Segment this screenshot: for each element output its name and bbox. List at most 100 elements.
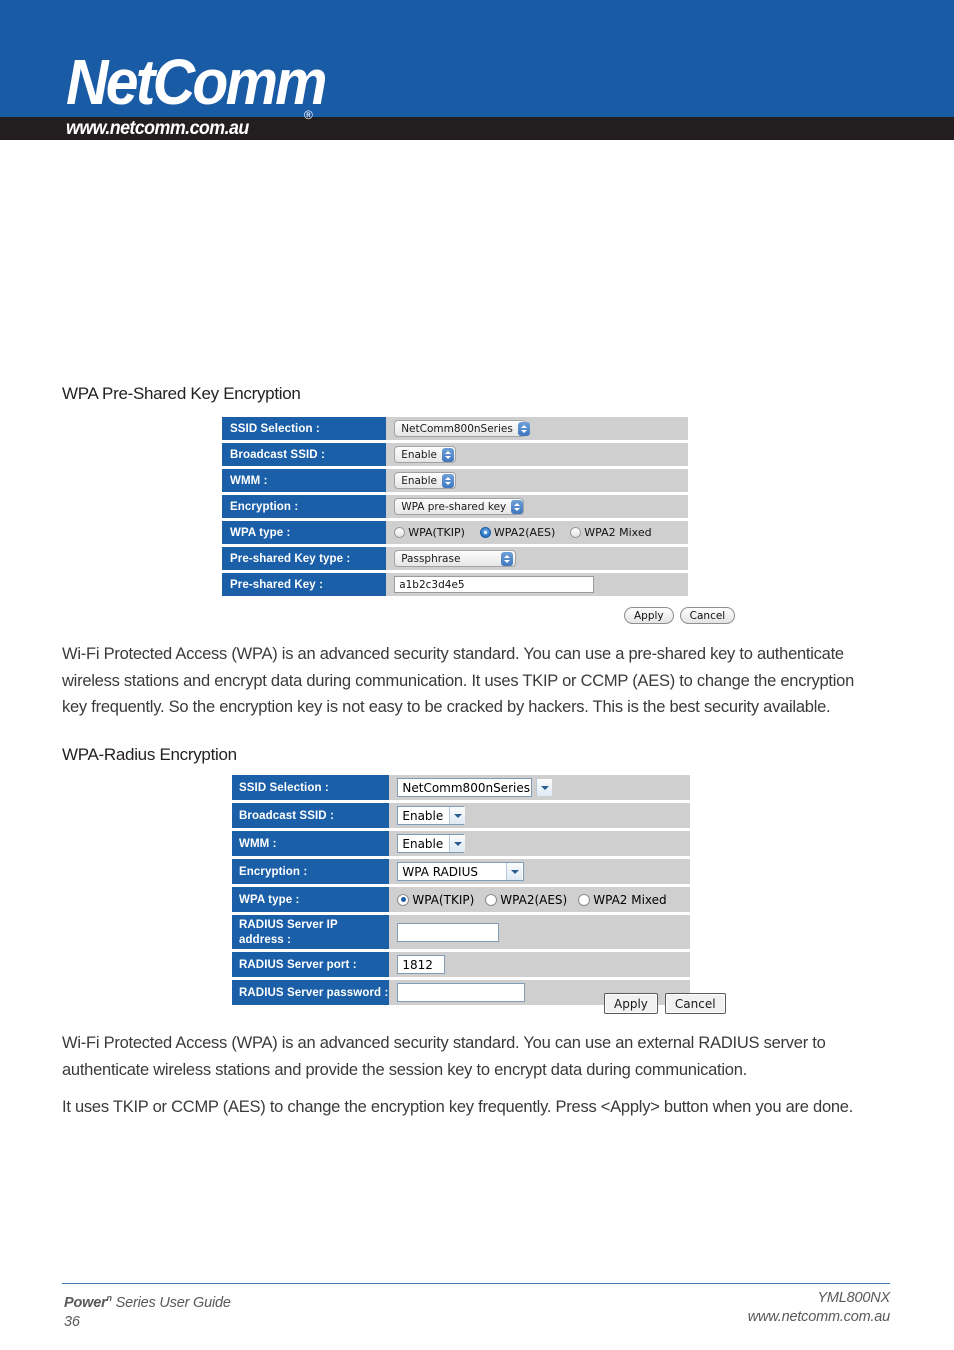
wpa-type-radio-group: WPA(TKIP) WPA2(AES) WPA2 Mixed (397, 893, 690, 907)
radius-server-password-input[interactable] (397, 983, 526, 1002)
broadcast-ssid-dropdown-value: Enable (401, 448, 437, 461)
label-wmm: WMM : (222, 469, 387, 492)
radio-label: WPA2(AES) (500, 892, 568, 907)
ssid-selection-dropdown[interactable]: NetComm800nSeries (394, 420, 530, 437)
psk-type-dropdown[interactable]: Passphrase (394, 550, 517, 567)
label-broadcast-ssid: Broadcast SSID : (222, 443, 387, 466)
section-heading-wpa-radius: WPA-Radius Encryption (62, 745, 237, 764)
broadcast-ssid-dropdown[interactable]: Enable (397, 806, 466, 825)
chevron-updown-icon (511, 499, 524, 514)
radius-server-ip-input[interactable] (397, 922, 500, 942)
radio-option-wpa2-aes[interactable]: WPA2(AES) (479, 526, 556, 539)
radio-option-wpa-tkip[interactable]: WPA(TKIP) (394, 526, 465, 539)
value-wmm: Enable (386, 469, 688, 492)
value-radius-server-port: 1812 (389, 952, 690, 977)
label-wpa-type: WPA type : (232, 887, 390, 912)
table-row-radius-server-ip: RADIUS Server IP address : (232, 915, 690, 949)
wpa-psk-button-row: Apply Cancel (624, 607, 736, 624)
apply-button[interactable]: Apply (624, 607, 674, 624)
chevron-updown-icon (517, 421, 530, 436)
cancel-button[interactable]: Cancel (679, 607, 736, 624)
wmm-dropdown-value: Enable (401, 474, 437, 487)
radio-icon[interactable] (570, 527, 582, 538)
label-radius-server-ip-line2: address : (239, 934, 292, 946)
table-row-broadcast-ssid: Broadcast SSID : Enable (232, 803, 690, 828)
chevron-down-icon (535, 779, 552, 796)
ssid-selection-dropdown-value: NetComm800nSeries (402, 780, 530, 795)
radio-icon[interactable] (578, 893, 591, 906)
value-wpa-type: WPA(TKIP) WPA2(AES) WPA2 Mixed (386, 521, 688, 544)
label-wpa-type: WPA type : (222, 521, 387, 544)
radius-server-port-input[interactable]: 1812 (397, 955, 446, 974)
value-wpa-type: WPA(TKIP) WPA2(AES) WPA2 Mixed (389, 887, 690, 912)
radio-option-wpa2-mixed[interactable]: WPA2 Mixed (570, 526, 652, 539)
encryption-dropdown[interactable]: WPA RADIUS (397, 862, 525, 881)
value-broadcast-ssid: Enable (389, 803, 690, 828)
footer-guide-prefix: Power (64, 1294, 107, 1311)
footer-divider (62, 1283, 890, 1284)
chevron-updown-icon (441, 447, 454, 462)
registered-trademark-icon: ® (304, 108, 313, 122)
encryption-dropdown[interactable]: WPA pre-shared key (394, 498, 525, 515)
radio-label: WPA(TKIP) (412, 892, 475, 907)
label-ssid-selection: SSID Selection : (232, 775, 390, 800)
table-row-encryption: Encryption : WPA RADIUS (232, 859, 690, 884)
broadcast-ssid-dropdown[interactable]: Enable (394, 446, 457, 463)
wmm-dropdown[interactable]: Enable (397, 834, 466, 853)
wpa-psk-settings-table: SSID Selection : NetComm800nSeries Broad… (222, 417, 688, 596)
label-radius-server-ip-line1: RADIUS Server IP (239, 919, 338, 931)
paragraph-wpa-radius-description: Wi-Fi Protected Access (WPA) is an advan… (62, 1034, 826, 1079)
pre-shared-key-input[interactable]: a1b2c3d4e5 (394, 576, 595, 593)
label-wmm: WMM : (232, 831, 390, 856)
radio-icon-selected[interactable] (397, 893, 410, 906)
value-encryption: WPA pre-shared key (386, 495, 688, 518)
footer-left: Powern Series User Guide 36 (64, 1289, 231, 1332)
radio-icon[interactable] (485, 893, 498, 906)
label-psk-type: Pre-shared Key type : (222, 547, 387, 570)
label-radius-server-ip: RADIUS Server IP address : (232, 915, 390, 949)
wpa-radius-settings-table: SSID Selection : NetComm800nSeries Broad… (232, 775, 690, 1005)
label-encryption: Encryption : (222, 495, 387, 518)
ssid-selection-dropdown[interactable]: NetComm800nSeries (397, 778, 552, 797)
radio-option-wpa-tkip[interactable]: WPA(TKIP) (397, 893, 474, 907)
radio-label: WPA(TKIP) (408, 526, 465, 539)
table-row-wmm: WMM : Enable (222, 469, 688, 492)
footer-page-number: 36 (64, 1313, 80, 1330)
radio-option-wpa2-mixed[interactable]: WPA2 Mixed (578, 893, 667, 907)
label-ssid-selection: SSID Selection : (222, 417, 387, 440)
footer-guide-title: Powern Series User Guide (64, 1289, 231, 1313)
table-row-radius-server-port: RADIUS Server port : 1812 (232, 952, 690, 977)
chevron-down-icon (449, 835, 466, 852)
radio-option-wpa2-aes[interactable]: WPA2(AES) (485, 893, 567, 907)
paragraph-wpa-radius-apply-note: It uses TKIP or CCMP (AES) to change the… (62, 1098, 854, 1116)
label-radius-server-password: RADIUS Server password : (232, 980, 390, 1005)
netcomm-logo: NetComm ® www.netcomm.com.au (66, 50, 366, 140)
wpa-radius-button-row: Apply Cancel (604, 993, 726, 1014)
value-psk: a1b2c3d4e5 (386, 573, 688, 596)
value-encryption: WPA RADIUS (389, 859, 690, 884)
label-encryption: Encryption : (232, 859, 390, 884)
encryption-dropdown-value: WPA RADIUS (402, 864, 478, 879)
ssid-selection-dropdown-value: NetComm800nSeries (401, 422, 513, 435)
chevron-down-icon (449, 807, 466, 824)
psk-type-dropdown-value: Passphrase (401, 552, 461, 565)
radio-icon-selected[interactable] (479, 527, 491, 538)
value-psk-type: Passphrase (386, 547, 688, 570)
value-wmm: Enable (389, 831, 690, 856)
table-row-wmm: WMM : Enable (232, 831, 690, 856)
cancel-button[interactable]: Cancel (664, 993, 726, 1014)
logo-wordmark: NetComm (66, 46, 328, 118)
radio-icon[interactable] (394, 527, 406, 538)
table-row-wpa-type: WPA type : WPA(TKIP) WPA2(AES) WPA2 Mixe… (232, 887, 690, 912)
value-ssid-selection: NetComm800nSeries (386, 417, 688, 440)
apply-button[interactable]: Apply (604, 993, 658, 1014)
value-broadcast-ssid: Enable (386, 443, 688, 466)
table-row-psk-type: Pre-shared Key type : Passphrase (222, 547, 688, 570)
paragraph-wpa-psk-description: Wi-Fi Protected Access (WPA) is an advan… (62, 645, 854, 716)
value-radius-server-ip (389, 915, 690, 949)
chevron-updown-icon (501, 551, 514, 566)
wmm-dropdown[interactable]: Enable (394, 472, 457, 489)
footer-website-url: www.netcomm.com.au (747, 1309, 890, 1325)
radio-label: WPA2(AES) (493, 526, 556, 539)
chevron-down-icon (506, 863, 523, 880)
